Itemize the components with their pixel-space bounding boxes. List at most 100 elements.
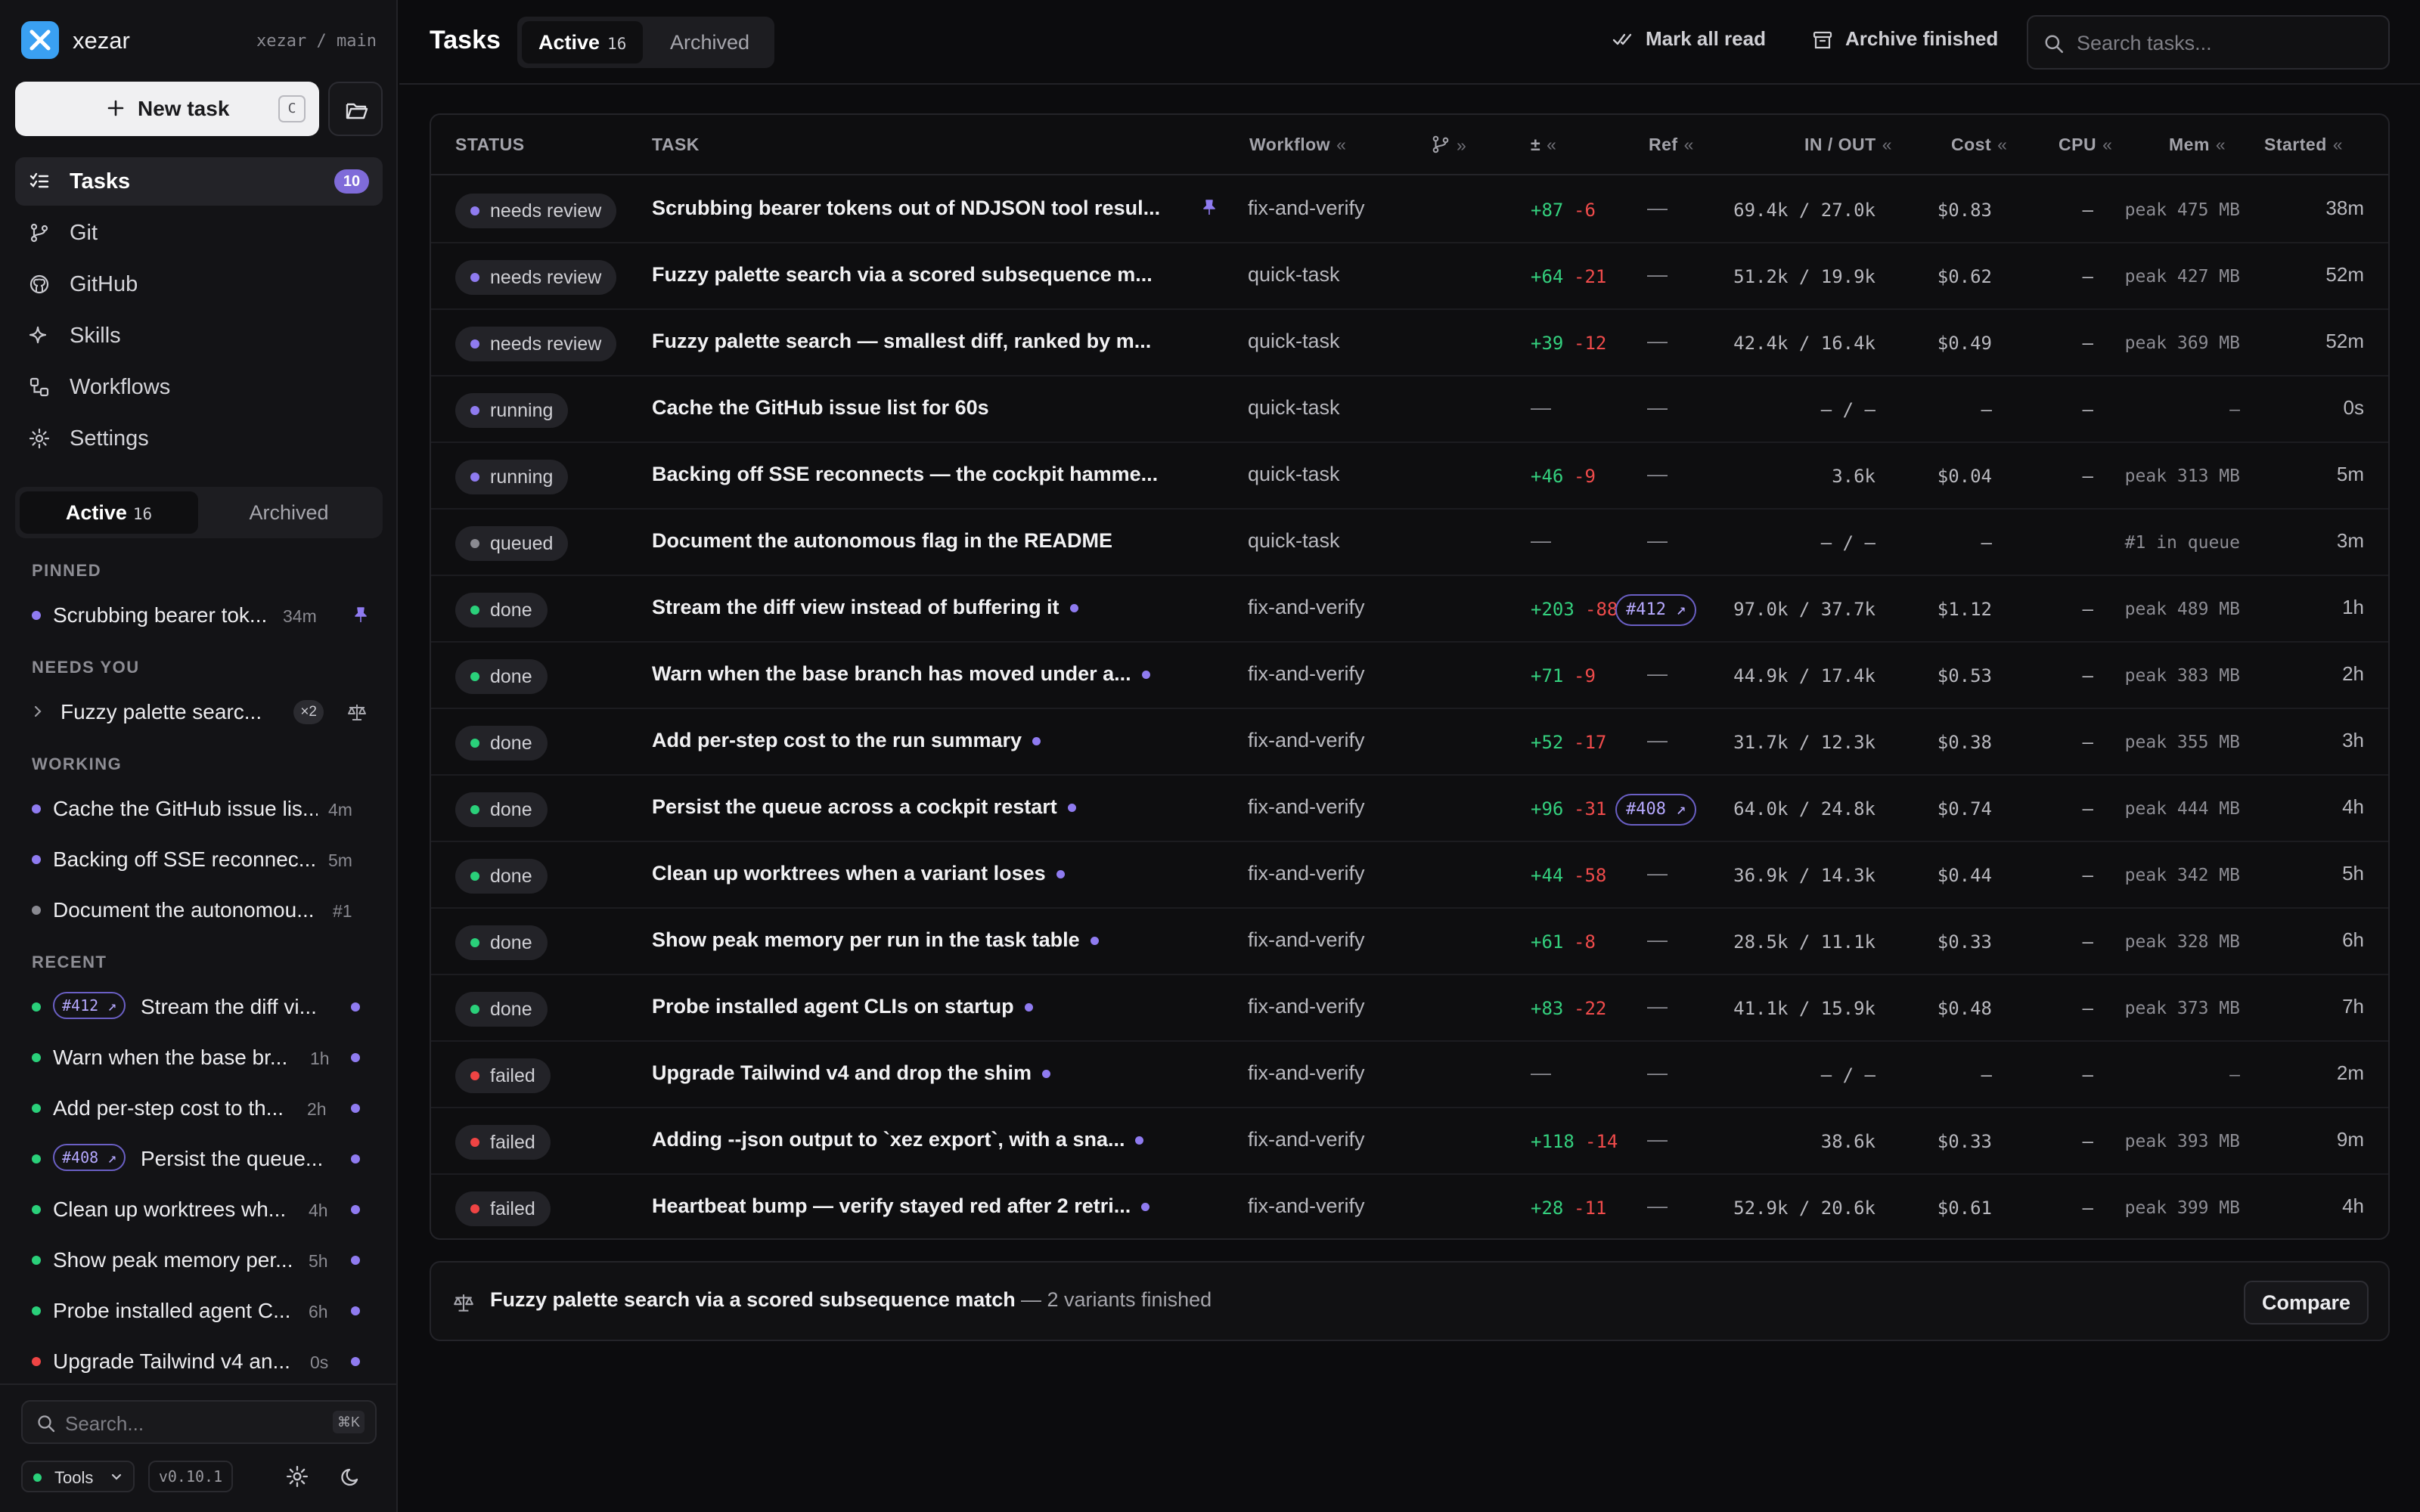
sidebar-task-item[interactable]: Backing off SSE reconnec... 5m [15,834,383,884]
collapse-column-icon[interactable]: « [1336,135,1346,154]
table-row[interactable]: failed Heartbeat bump — verify stayed red… [431,1175,2388,1238]
started-ago: 52m [2325,330,2364,352]
new-task-button[interactable]: New task C [15,82,319,136]
task-title[interactable]: Upgrade Tailwind v4 and drop the shim [652,1061,1051,1085]
column-header-in-out[interactable]: IN / OUT « [1804,135,1892,155]
column-header-status[interactable]: STATUS [455,135,525,155]
sidebar-tab-archived[interactable]: Archived [200,491,378,534]
table-row[interactable]: failed Upgrade Tailwind v4 and drop the s… [431,1042,2388,1108]
column-header-ref[interactable]: Ref « [1649,135,1694,155]
sidebar-search-input[interactable]: Search... ⌘K [21,1400,377,1444]
task-title[interactable]: Probe installed agent CLIs on startup [652,995,1033,1018]
task-title[interactable]: Show peak memory per run in the task tab… [652,928,1099,952]
expand-column-icon[interactable]: » [1457,135,1466,155]
sidebar-task-item[interactable]: Probe installed agent C... 6h [15,1285,383,1335]
column-header-diff[interactable]: ± « [1531,135,1556,155]
column-header-branch[interactable]: » [1431,135,1466,156]
sidebar-item-settings[interactable]: Settings [15,414,383,463]
tab-archived[interactable]: Archived [653,21,766,64]
sidebar-task-item[interactable]: Scrubbing bearer tok... 34m [15,590,383,640]
table-row[interactable]: done Probe installed agent CLIs on startu… [431,975,2388,1042]
task-title[interactable]: Fuzzy palette search via a scored subseq… [652,263,1153,287]
sidebar-task-group[interactable]: Fuzzy palette searc... ×2 [15,686,383,736]
task-title[interactable]: Document the autonomous flag in the READ… [652,529,1112,553]
pr-ref-chip[interactable]: #408 ↗ [53,1144,126,1171]
sidebar-task-item[interactable]: Warn when the base br... 1h [15,1032,383,1082]
table-row[interactable]: queued Document the autonomous flag in th… [431,510,2388,576]
pr-ref-chip[interactable]: #412 ↗ [1615,594,1697,626]
compare-button[interactable]: Compare [2243,1281,2369,1325]
new-task-label: New task [138,97,230,120]
column-header-task[interactable]: TASK [652,135,700,155]
collapse-column-icon[interactable]: « [1684,135,1694,154]
sidebar-task-item[interactable]: Show peak memory per... 5h [15,1235,383,1284]
table-row[interactable]: done Warn when the base branch has moved … [431,643,2388,709]
table-row[interactable]: needs review Fuzzy palette search via a s… [431,243,2388,310]
task-search-input[interactable]: Search tasks... [2027,15,2390,70]
tab-active[interactable]: Active 16 [522,21,644,64]
scale-compare-icon[interactable] [346,702,368,723]
git-branch-icon [30,223,48,243]
column-header-cost[interactable]: Cost « [1951,135,2007,155]
table-row[interactable]: done Stream the diff view instead of buff… [431,576,2388,643]
collapse-column-icon[interactable]: « [1882,135,1892,154]
lines-removed: -12 [1574,333,1607,354]
task-title[interactable]: Warn when the base branch has moved unde… [652,662,1150,686]
collapse-column-icon[interactable]: « [2102,135,2112,154]
pr-ref-chip[interactable]: #408 ↗ [1615,794,1697,826]
sidebar-tab-active[interactable]: Active 16 [20,491,198,534]
sidebar-item-github[interactable]: GitHub [15,260,383,308]
gear-icon[interactable] [286,1465,309,1488]
table-row[interactable]: running Cache the GitHub issue list for 6… [431,376,2388,443]
sidebar-item-workflows[interactable]: Workflows [15,363,383,411]
sidebar-task-item[interactable]: Clean up worktrees wh... 4h [15,1184,383,1234]
table-row[interactable]: done Clean up worktrees when a variant lo… [431,842,2388,909]
sidebar-task-item[interactable]: Add per-step cost to th... 2h [15,1083,383,1132]
table-row[interactable]: failed Adding --json output to `xez expor… [431,1108,2388,1175]
sidebar-item-git[interactable]: Git [15,209,383,257]
task-title[interactable]: Persist the queue across a cockpit resta… [652,795,1076,819]
task-title[interactable]: Cache the GitHub issue list for 60s [652,396,989,420]
table-row[interactable]: needs review Fuzzy palette search — small… [431,310,2388,376]
column-header-workflow[interactable]: Workflow « [1249,135,1346,155]
task-title[interactable]: Adding --json output to `xez export`, wi… [652,1128,1144,1151]
sidebar-task-item[interactable]: Upgrade Tailwind v4 an... 0s [15,1336,383,1378]
task-title[interactable]: Clean up worktrees when a variant loses [652,862,1065,885]
sidebar-task-item[interactable]: Document the autonomou... #1 [15,885,383,934]
task-title[interactable]: Stream the diff view instead of bufferin… [652,596,1078,619]
collapse-column-icon[interactable]: « [1997,135,2007,154]
sidebar-task-item[interactable]: #408 ↗ Persist the queue... [15,1133,383,1183]
table-row[interactable]: needs review Scrubbing bearer tokens out … [431,177,2388,243]
run-cost: — [1981,1064,1992,1086]
column-header-started[interactable]: Started « [2264,135,2343,155]
sidebar-task-item[interactable]: #412 ↗ Stream the diff vi... [15,981,383,1031]
collapse-column-icon[interactable]: « [1547,135,1556,154]
sidebar-item-tasks[interactable]: Tasks 10 [15,157,383,206]
open-folder-button[interactable] [328,82,383,136]
pin-icon[interactable] [1201,198,1218,216]
pr-ref-chip[interactable]: #412 ↗ [53,992,126,1019]
lines-added: +44 [1531,865,1564,886]
collapse-column-icon[interactable]: « [2333,135,2343,154]
column-header-cpu[interactable]: CPU « [2059,135,2112,155]
run-cost: $0.74 [1937,798,1992,820]
brand-name: xezar [73,27,130,54]
sidebar-task-item[interactable]: Cache the GitHub issue lis... 4m [15,783,383,833]
collapse-column-icon[interactable]: « [2216,135,2226,154]
chevron-right-icon[interactable] [32,705,44,718]
task-title[interactable]: Add per-step cost to the run summary [652,729,1041,752]
table-row[interactable]: done Show peak memory per run in the task… [431,909,2388,975]
repo-path[interactable]: xezar / main [256,32,377,51]
table-row[interactable]: done Add per-step cost to the run summary… [431,709,2388,776]
task-title[interactable]: Heartbeat bump — verify stayed red after… [652,1194,1150,1218]
column-header-mem[interactable]: Mem « [2169,135,2226,155]
task-title[interactable]: Scrubbing bearer tokens out of NDJSON to… [652,197,1160,220]
sidebar-item-skills[interactable]: Skills [15,311,383,360]
moon-icon[interactable] [340,1465,363,1488]
task-title[interactable]: Fuzzy palette search — smallest diff, ra… [652,330,1151,353]
tools-dropdown[interactable]: Tools [21,1461,135,1492]
task-title[interactable]: Backing off SSE reconnects — the cockpit… [652,463,1158,486]
table-row[interactable]: done Persist the queue across a cockpit r… [431,776,2388,842]
table-row[interactable]: running Backing off SSE reconnects — the … [431,443,2388,510]
memory-usage: peak 475 MB [2124,200,2240,220]
